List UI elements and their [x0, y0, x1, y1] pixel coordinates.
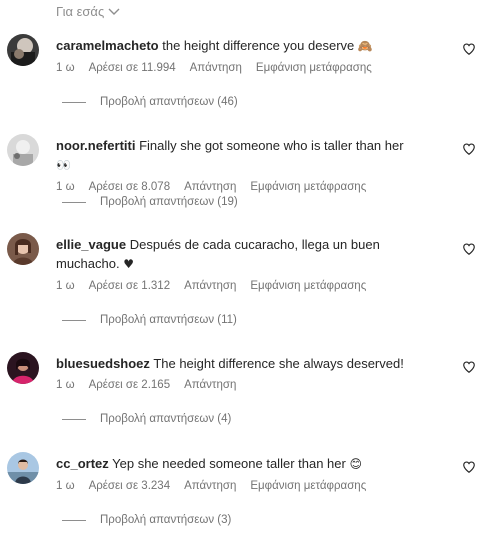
- view-replies-label: Προβολή απαντήσεων (4): [100, 413, 232, 425]
- comment-time[interactable]: 1 ω: [56, 280, 75, 292]
- comment-text: ellie_vague Después de cada cucaracho, l…: [56, 235, 416, 274]
- view-replies-label: Προβολή απαντήσεων (19): [100, 196, 238, 208]
- see-translation-button[interactable]: Εμφάνιση μετάφρασης: [256, 62, 372, 74]
- see-translation-button[interactable]: Εμφάνιση μετάφρασης: [250, 181, 366, 193]
- heart-outline-icon[interactable]: [462, 460, 476, 474]
- eyes-icon: 👀: [56, 158, 71, 172]
- comment-filter-dropdown[interactable]: Για εσάς: [56, 4, 120, 19]
- comment-username[interactable]: noor.nefertiti: [56, 138, 135, 153]
- comment-body: Finally she got someone who is taller th…: [139, 138, 404, 153]
- replies-divider: [62, 201, 86, 203]
- reply-button[interactable]: Απάντηση: [184, 181, 236, 193]
- replies-divider: [62, 319, 86, 321]
- comment-username[interactable]: caramelmacheto: [56, 38, 159, 53]
- replies-divider: [62, 519, 86, 521]
- heart-outline-icon[interactable]: [462, 142, 476, 156]
- replies-divider: [62, 418, 86, 420]
- comment-body: Yep she needed someone taller than her: [112, 456, 346, 471]
- comment-text: cc_ortez Yep she needed someone taller t…: [56, 454, 416, 474]
- see-no-evil-monkey-icon: 🙈: [357, 39, 373, 53]
- comment-meta: 1 ω Αρέσει σε 11.994 Απάντηση Εμφάνιση μ…: [56, 60, 416, 76]
- view-replies-button[interactable]: Προβολή απαντήσεων (4): [62, 413, 231, 425]
- heart-outline-icon[interactable]: [462, 360, 476, 374]
- view-replies-button[interactable]: Προβολή απαντήσεων (19): [62, 196, 238, 208]
- comment-username[interactable]: bluesuedshoez: [56, 356, 150, 371]
- view-replies-button[interactable]: Προβολή απαντήσεων (46): [62, 96, 238, 108]
- avatar[interactable]: [7, 352, 39, 384]
- comment-username[interactable]: ellie_vague: [56, 237, 126, 252]
- reply-button[interactable]: Απάντηση: [184, 480, 236, 492]
- black-heart-icon: ♥: [123, 257, 134, 271]
- chevron-down-icon: [108, 8, 120, 16]
- likes-count[interactable]: Αρέσει σε 8.078: [89, 181, 171, 193]
- reply-button[interactable]: Απάντηση: [184, 280, 236, 292]
- view-replies-label: Προβολή απαντήσεων (11): [100, 314, 237, 326]
- heart-outline-icon[interactable]: [462, 42, 476, 56]
- comment-text: bluesuedshoez The height difference she …: [56, 354, 416, 373]
- comment-text: noor.nefertiti Finally she got someone w…: [56, 136, 416, 175]
- likes-count[interactable]: Αρέσει σε 11.994: [89, 62, 176, 74]
- avatar[interactable]: [7, 452, 39, 484]
- see-translation-button[interactable]: Εμφάνιση μετάφρασης: [250, 480, 366, 492]
- comment-body: The height difference she always deserve…: [153, 356, 404, 371]
- view-replies-label: Προβολή απαντήσεων (46): [100, 96, 238, 108]
- comment-meta: 1 ω Αρέσει σε 1.312 Απάντηση Εμφάνιση με…: [56, 278, 416, 294]
- replies-divider: [62, 101, 86, 103]
- comment-time[interactable]: 1 ω: [56, 181, 75, 193]
- view-replies-button[interactable]: Προβολή απαντήσεων (11): [62, 314, 237, 326]
- avatar[interactable]: [7, 134, 39, 166]
- comment-time[interactable]: 1 ω: [56, 379, 75, 391]
- comment-meta: 1 ω Αρέσει σε 2.165 Απάντηση: [56, 377, 416, 393]
- reply-button[interactable]: Απάντηση: [190, 62, 242, 74]
- comment-time[interactable]: 1 ω: [56, 62, 75, 74]
- likes-count[interactable]: Αρέσει σε 1.312: [89, 280, 171, 292]
- avatar[interactable]: [7, 34, 39, 66]
- likes-count[interactable]: Αρέσει σε 3.234: [89, 480, 171, 492]
- comment-body: the height difference you deserve: [162, 38, 355, 53]
- heart-outline-icon[interactable]: [462, 242, 476, 256]
- view-replies-label: Προβολή απαντήσεων (3): [100, 514, 232, 526]
- comment-username[interactable]: cc_ortez: [56, 456, 109, 471]
- view-replies-button[interactable]: Προβολή απαντήσεων (3): [62, 514, 231, 526]
- comment-time[interactable]: 1 ω: [56, 480, 75, 492]
- filter-label: Για εσάς: [56, 4, 105, 19]
- likes-count[interactable]: Αρέσει σε 2.165: [89, 379, 171, 391]
- reply-button[interactable]: Απάντηση: [184, 379, 236, 391]
- comment-meta: 1 ω Αρέσει σε 3.234 Απάντηση Εμφάνιση με…: [56, 478, 416, 494]
- see-translation-button[interactable]: Εμφάνιση μετάφρασης: [250, 280, 366, 292]
- smiling-face-icon: 😊: [349, 457, 362, 471]
- comment-meta: 1 ω Αρέσει σε 8.078 Απάντηση Εμφάνιση με…: [56, 179, 416, 195]
- avatar[interactable]: [7, 233, 39, 265]
- comment-text: caramelmacheto the height difference you…: [56, 36, 416, 56]
